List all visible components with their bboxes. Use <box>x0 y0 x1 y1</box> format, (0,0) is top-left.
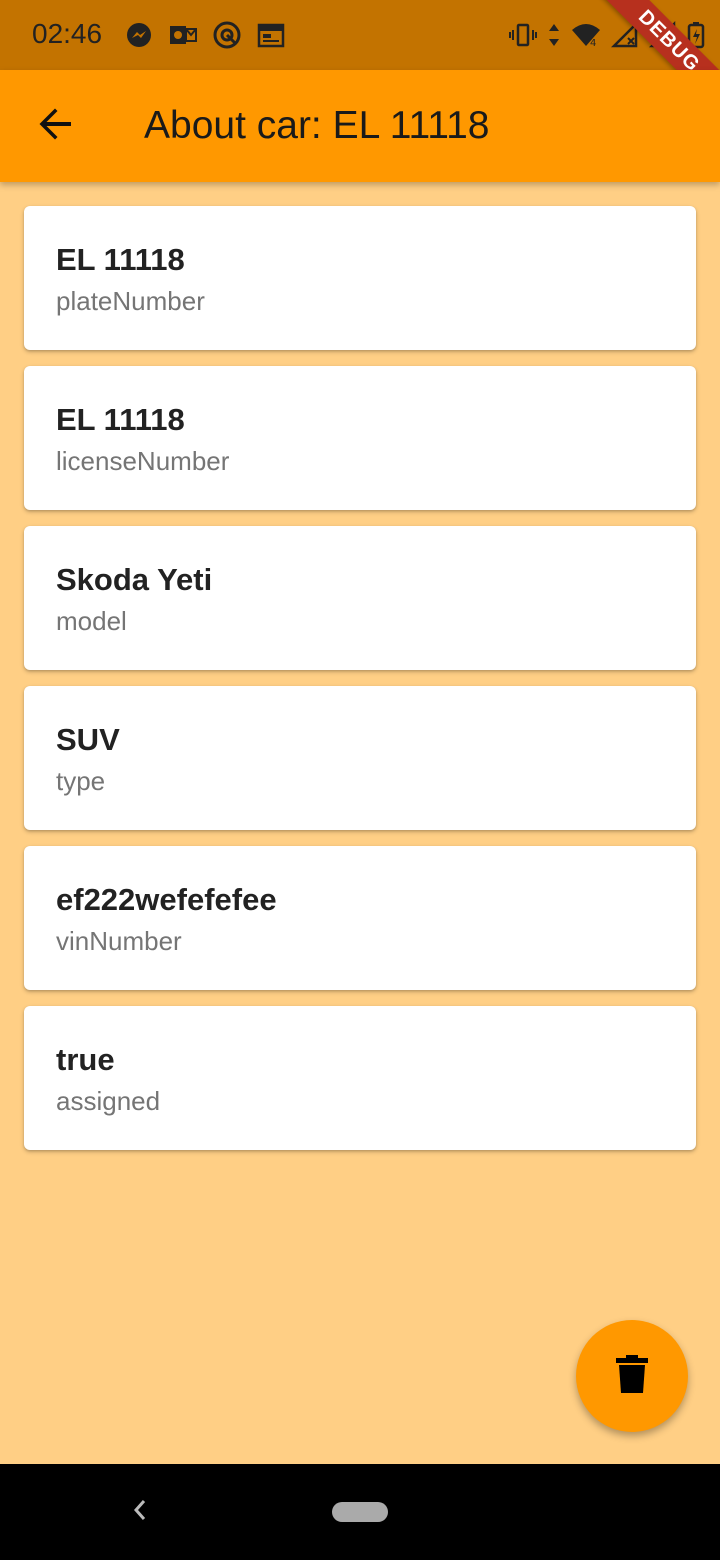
svg-text:4: 4 <box>590 38 596 49</box>
detail-value: ef222wefefefee <box>56 882 277 917</box>
messenger-icon <box>124 20 154 50</box>
page-title: About car: EL 11118 <box>144 104 490 147</box>
detail-value: SUV <box>56 722 120 757</box>
app-bar: About car: EL 11118 <box>0 70 720 182</box>
status-time: 02:46 <box>32 18 103 49</box>
detail-card-model[interactable]: Skoda Yeti model <box>24 526 696 670</box>
detail-label: type <box>56 766 106 796</box>
nav-back-button[interactable] <box>124 1494 156 1530</box>
detail-card-type[interactable]: SUV type <box>24 686 696 830</box>
detail-card-vin-number[interactable]: ef222wefefefee vinNumber <box>24 846 696 990</box>
status-left-icons <box>124 20 286 50</box>
detail-label: plateNumber <box>56 286 205 316</box>
detail-card-plate-number[interactable]: EL 11118 plateNumber <box>24 206 696 350</box>
detail-value: EL 11118 <box>56 242 185 277</box>
status-bar: 02:46 4 DEBUG <box>0 0 720 119</box>
system-nav-bar <box>0 1464 720 1560</box>
car-details-list: EL 11118 plateNumber EL 11118 licenseNum… <box>24 206 696 1166</box>
detail-value: EL 11118 <box>56 402 185 437</box>
detail-value: true <box>56 1042 115 1077</box>
detail-card-assigned[interactable]: true assigned <box>24 1006 696 1150</box>
back-button[interactable] <box>26 96 86 156</box>
chevron-left-icon <box>132 1498 148 1527</box>
wifi-icon: 4 <box>570 20 602 50</box>
nav-home-button[interactable] <box>332 1502 388 1522</box>
trash-icon <box>616 1354 648 1398</box>
delete-car-button[interactable] <box>576 1320 688 1432</box>
detail-card-license-number[interactable]: EL 11118 licenseNumber <box>24 366 696 510</box>
detail-label: assigned <box>56 1086 161 1116</box>
vpn-icon <box>212 20 242 50</box>
calendar-icon <box>256 20 286 50</box>
data-arrows-icon <box>546 20 562 50</box>
vibrate-icon <box>508 20 538 50</box>
detail-value: Skoda Yeti <box>56 562 213 597</box>
detail-label: vinNumber <box>56 926 182 956</box>
detail-label: model <box>56 606 127 636</box>
detail-label: licenseNumber <box>56 446 230 476</box>
arrow-left-icon <box>38 106 74 147</box>
outlook-icon <box>168 20 198 50</box>
